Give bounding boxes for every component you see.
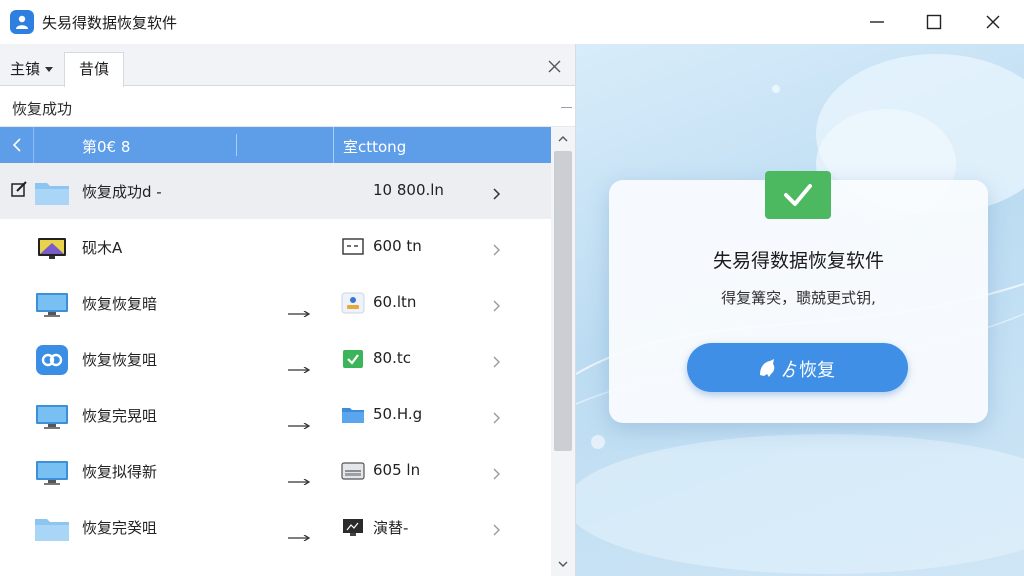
table-header: 第0€ 8 室cttong (0, 127, 551, 163)
row-size: 605 ln (373, 461, 421, 479)
maximize-button[interactable] (905, 0, 963, 44)
table-row[interactable]: 恢复恢复咀 80.tc (0, 331, 551, 387)
column-header-size[interactable]: 室cttong (343, 136, 406, 157)
row-name: 恢复成功d - (82, 183, 162, 201)
arrow-right-icon (288, 302, 311, 321)
table-row[interactable]: 恢复恢复暗 60.ltn (0, 275, 551, 331)
table-row[interactable]: 恢复拟得新 605 ln (0, 443, 551, 499)
caret-down-icon (45, 66, 54, 72)
section-header: 恢复成功 (0, 87, 575, 127)
minimize-button[interactable] (848, 0, 906, 44)
chevron-right-icon[interactable] (493, 241, 501, 260)
scroll-down-icon[interactable] (558, 560, 568, 568)
close-window-button[interactable] (964, 0, 1022, 44)
column-divider (236, 134, 237, 156)
chevron-right-icon[interactable] (493, 185, 501, 204)
desktop-icon (34, 457, 70, 487)
desktop-icon (34, 289, 70, 319)
link-app-icon (34, 345, 70, 375)
scroll-up-icon[interactable] (558, 135, 568, 143)
card-subtitle: 得复篝突，聩兢更式钥, (721, 289, 876, 307)
check-icon (765, 171, 831, 219)
row-size: 60.ltn (373, 293, 417, 311)
app-logo-icon (10, 10, 34, 34)
row-name: 恢复拟得新 (82, 463, 158, 481)
recover-button[interactable]: ゟ恢复 (687, 343, 908, 392)
row-name: 砚木A (82, 239, 123, 257)
chevron-right-icon[interactable] (493, 521, 501, 540)
edit-icon[interactable] (11, 181, 27, 201)
chevron-right-icon[interactable] (493, 465, 501, 484)
tab-active[interactable]: 昔傎 (64, 52, 124, 87)
arrow-right-icon (288, 526, 311, 545)
dark-monitor-icon (341, 516, 365, 538)
row-size: 10 800.ln (373, 181, 444, 199)
title-bar: 失易得数据恢复软件 (0, 0, 1024, 44)
file-list-panel: 主镇 昔傎 恢复成功 第0€ 8 室cttong 恢复成功d - 10 800.l… (0, 44, 576, 576)
column-divider (333, 127, 334, 163)
scroll-thumb[interactable] (554, 151, 572, 451)
blue-folder-icon (341, 404, 365, 426)
row-size: 演替- (373, 519, 409, 537)
folder-icon (34, 513, 70, 543)
green-check-icon (341, 348, 365, 370)
arrow-right-icon (288, 358, 311, 377)
scrollbar[interactable] (551, 127, 575, 576)
success-card: 失易得数据恢复软件 得复篝突，聩兢更式钥, ゟ恢复 (609, 171, 988, 423)
recover-icon (760, 359, 775, 377)
chevron-right-icon[interactable] (493, 297, 501, 316)
desktop-icon (34, 401, 70, 431)
back-button[interactable] (0, 127, 34, 163)
tab-main-menu[interactable]: 主镇 (0, 52, 63, 86)
collapse-icon[interactable] (561, 107, 572, 108)
result-panel: 失易得数据恢复软件 得复篝突，聩兢更式钥, ゟ恢复 (576, 44, 1024, 576)
card-title: 失易得数据恢复软件 (712, 250, 884, 272)
row-name: 恢复完癸咀 (82, 519, 158, 537)
arrow-right-icon (288, 414, 311, 433)
drive-icon (341, 460, 365, 482)
folder-icon (34, 177, 70, 207)
tab-active-label: 昔傎 (78, 60, 109, 78)
column-header-name[interactable]: 第0€ 8 (82, 136, 130, 157)
tab-main-label: 主镇 (10, 60, 41, 78)
row-name: 恢复完晃咀 (82, 407, 158, 425)
window-icon (341, 236, 365, 258)
chevron-right-icon[interactable] (493, 409, 501, 428)
close-tab-icon[interactable] (548, 58, 561, 77)
row-name: 恢复恢复暗 (82, 295, 158, 313)
table-row[interactable]: 砚木A 600 tn (0, 219, 551, 275)
table-row[interactable]: 恢复完晃咀 50.H.g (0, 387, 551, 443)
window-title: 失易得数据恢复软件 (42, 14, 178, 32)
table-row[interactable]: 恢复成功d - 10 800.ln (0, 163, 551, 219)
arrow-right-icon (288, 470, 311, 489)
recover-button-label: ゟ恢复 (781, 360, 835, 381)
row-size: 80.tc (373, 349, 411, 367)
chevron-right-icon[interactable] (493, 353, 501, 372)
row-name: 恢复恢复咀 (82, 351, 158, 369)
row-size: 50.H.g (373, 405, 423, 423)
monitor-icon (34, 233, 70, 263)
user-app-icon (341, 292, 365, 314)
table-row[interactable]: 恢复完癸咀 演替- (0, 499, 551, 555)
section-label: 恢复成功 (12, 100, 73, 118)
tab-bar: 主镇 昔傎 (0, 44, 575, 87)
row-size: 600 tn (373, 237, 422, 255)
